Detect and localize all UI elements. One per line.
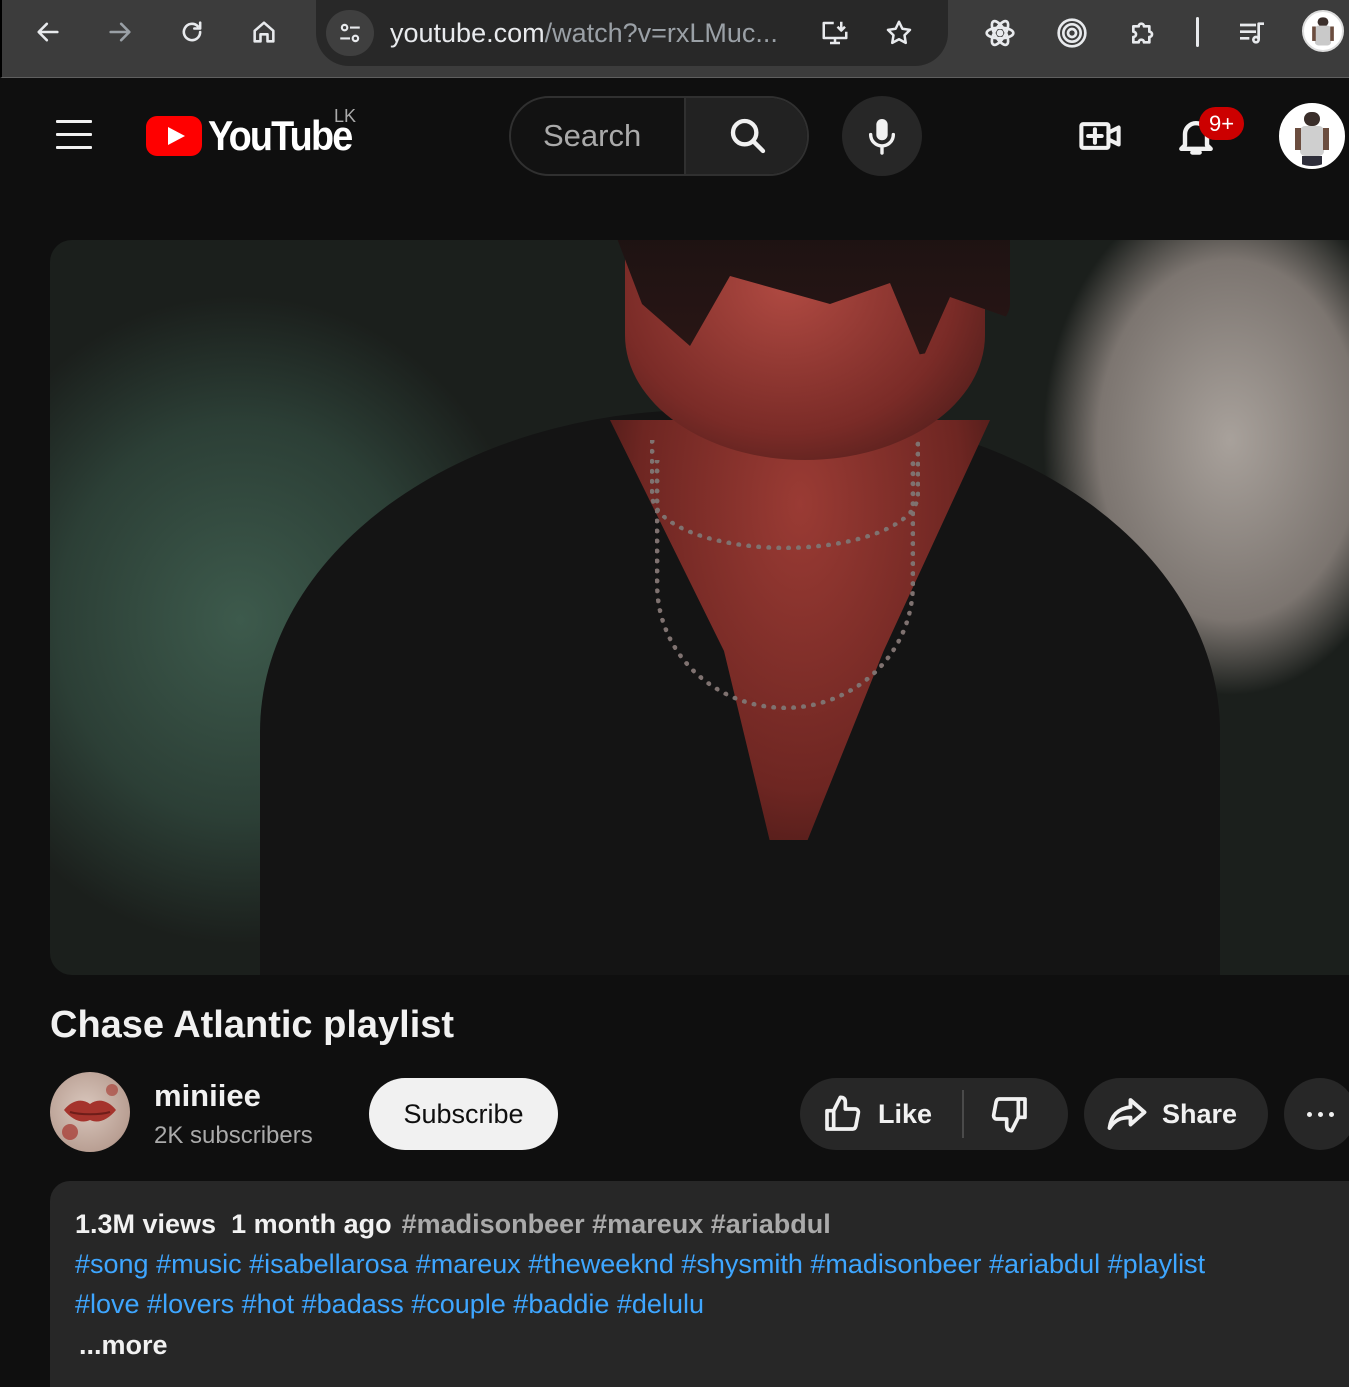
search-icon [730, 118, 765, 154]
more-dot-icon [1317, 1111, 1323, 1117]
home-icon[interactable] [242, 10, 286, 54]
menu-line [56, 132, 92, 136]
hashtags-line[interactable]: #song #music #isabellarosa #mareux #thew… [75, 1249, 1205, 1280]
video-camera-plus-icon [1079, 122, 1121, 150]
share-label: Share [1162, 1098, 1238, 1129]
notification-badge: 9+ [1199, 107, 1244, 140]
subscriber-count: 2K subscribers [154, 1122, 313, 1149]
thumbs-up-icon [825, 1095, 861, 1131]
hashtags-line[interactable]: #love #lovers #hot #badass #couple #badd… [75, 1289, 704, 1320]
upload-date: 1 month ago [231, 1209, 392, 1239]
url-text[interactable]: youtube.com/watch?v=rxLMuc... [390, 16, 778, 50]
guide-menu-button[interactable] [52, 112, 96, 156]
install-app-icon[interactable] [814, 12, 856, 54]
video-player[interactable] [50, 240, 1349, 975]
more-dot-icon [1306, 1111, 1312, 1117]
channel-avatar[interactable] [50, 1072, 130, 1152]
description-meta-line: 1.3M views 1 month ago #madisonbeer #mare… [75, 1209, 831, 1240]
account-avatar[interactable] [1279, 103, 1345, 169]
like-button[interactable]: Like [800, 1078, 962, 1150]
search-button[interactable] [684, 98, 807, 174]
share-icon [1107, 1098, 1147, 1130]
reload-icon[interactable] [170, 10, 214, 54]
create-video-button[interactable] [1070, 106, 1130, 166]
youtube-wordmark: YouTube [208, 112, 353, 159]
browser-toolbar: youtube.com/watch?v=rxLMuc... [0, 0, 1349, 78]
video-title: Chase Atlantic playlist [50, 1004, 455, 1046]
description-box[interactable]: 1.3M views 1 month ago #madisonbeer #mare… [50, 1181, 1349, 1387]
mic-icon [868, 119, 896, 155]
show-more-link[interactable]: ...more [79, 1330, 168, 1361]
more-dot-icon [1328, 1111, 1334, 1117]
country-code: LK [334, 106, 357, 126]
inline-hashtags[interactable]: #madisonbeer #mareux #ariabdul [402, 1209, 831, 1239]
toolbar-separator [1196, 17, 1199, 47]
extensions-puzzle-icon[interactable] [1120, 10, 1168, 56]
media-queue-icon[interactable] [1228, 10, 1276, 56]
more-actions-button[interactable] [1284, 1078, 1349, 1150]
youtube-play-icon [146, 116, 202, 156]
react-devtools-icon[interactable] [976, 10, 1024, 56]
like-label: Like [878, 1098, 933, 1129]
browser-profile-avatar[interactable] [1302, 10, 1344, 52]
address-bar[interactable]: youtube.com/watch?v=rxLMuc... [316, 0, 948, 66]
view-count: 1.3M views [75, 1209, 217, 1239]
search-box [509, 96, 809, 176]
back-icon[interactable] [26, 10, 70, 54]
search-input[interactable] [511, 98, 684, 174]
forward-icon[interactable] [98, 10, 142, 54]
bookmark-star-icon[interactable] [878, 12, 920, 54]
site-settings-icon[interactable] [326, 10, 374, 56]
menu-line [56, 145, 92, 149]
thumbs-down-icon [991, 1097, 1027, 1133]
subscribe-button[interactable]: Subscribe [369, 1078, 558, 1150]
like-dislike-group: Like [800, 1078, 1068, 1150]
dislike-button[interactable] [964, 1078, 1068, 1150]
video-frame-necklace [655, 460, 915, 710]
menu-line [56, 119, 92, 123]
share-button[interactable]: Share [1084, 1078, 1268, 1150]
target-extension-icon[interactable] [1048, 10, 1096, 56]
voice-search-button[interactable] [842, 96, 922, 176]
channel-name[interactable]: miniiee [154, 1078, 261, 1114]
